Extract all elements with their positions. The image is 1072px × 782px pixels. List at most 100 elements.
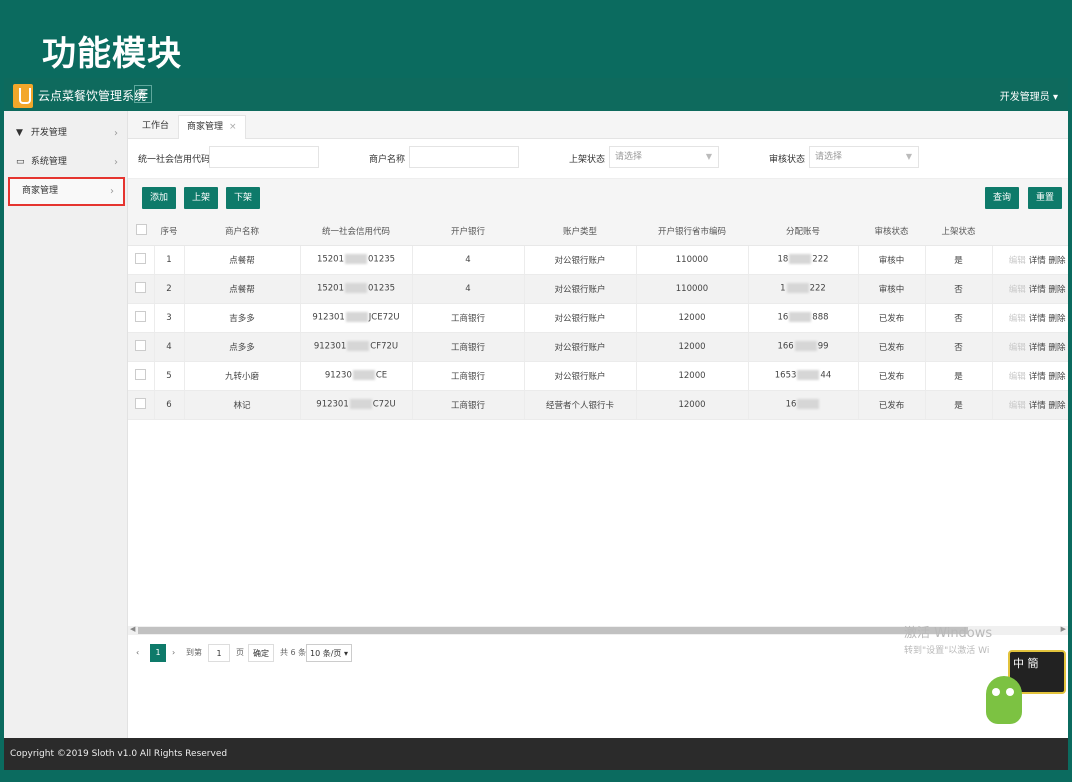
cell: 否 — [925, 274, 993, 304]
detail-link[interactable]: 详情 — [1029, 343, 1046, 353]
menu-toggle-icon[interactable]: ☰ — [134, 85, 152, 103]
audit-status-select[interactable]: 请选择 ▼ — [809, 146, 919, 168]
scroll-right-icon[interactable]: ▶ — [1061, 625, 1066, 633]
row-actions: 编辑 详情 删除 — [992, 274, 1068, 304]
cell: 12000 — [636, 332, 749, 362]
row-checkbox[interactable] — [128, 245, 155, 275]
goto-label: 到第 — [186, 648, 202, 657]
page-input[interactable]: 1 — [208, 644, 230, 662]
row-checkbox[interactable] — [128, 274, 155, 304]
cell-text: 44 — [820, 370, 832, 381]
delete-link[interactable]: 删除 — [1048, 372, 1065, 382]
cell: 1 — [154, 245, 185, 275]
cell: 对公银行账户 — [524, 332, 637, 362]
merchant-name-input[interactable] — [409, 146, 519, 168]
delete-link[interactable]: 删除 — [1048, 256, 1065, 266]
cell: 点餐帮 — [184, 245, 301, 275]
delete-link[interactable]: 删除 — [1048, 285, 1065, 295]
cell-text: 1653 — [774, 370, 797, 381]
cell-text: 912301 — [316, 399, 349, 410]
page-unit-label: 页 — [236, 648, 244, 657]
cell: 对公银行账户 — [524, 245, 637, 275]
detail-link[interactable]: 详情 — [1029, 372, 1046, 382]
slide-title: 功能模块 — [42, 34, 182, 74]
column-header: 开户银行省市编码 — [636, 217, 748, 246]
page-1-button[interactable]: 1 — [150, 644, 166, 662]
edit-link[interactable]: 编辑 — [1009, 401, 1026, 411]
column-header — [992, 217, 1068, 246]
edit-link[interactable]: 编辑 — [1009, 285, 1026, 295]
cell: 否 — [925, 332, 993, 362]
edit-link[interactable]: 编辑 — [1009, 343, 1026, 353]
scrollbar-thumb[interactable] — [138, 627, 968, 634]
watermark-line1: 激活 Windows — [904, 626, 993, 641]
chevron-right-icon: › — [114, 128, 118, 139]
windows-watermark: 激活 Windows 转到"设置"以激活 Wi — [904, 622, 992, 656]
next-page-icon[interactable]: › — [172, 644, 175, 662]
footer: Copyright ©2019 Sloth v1.0 All Rights Re… — [4, 738, 1068, 770]
cell: 吉多多 — [184, 303, 301, 333]
sidebar-item-label: 商家管理 — [22, 186, 59, 196]
detail-link[interactable]: 详情 — [1029, 401, 1046, 411]
chevron-right-icon: › — [110, 186, 114, 197]
cell-text: 1 — [780, 283, 786, 294]
tab-workbench[interactable]: 工作台 — [134, 115, 177, 139]
reset-button[interactable]: 重置 — [1028, 187, 1063, 209]
table-row: 5 九转小磨 91230 CE 工商银行 对公银行账户 12000 1653 44 … — [128, 361, 1068, 391]
cell: 912301 JCE72U — [300, 303, 413, 333]
cell: 已发布 — [858, 303, 926, 333]
select-value: 请选择 — [815, 152, 843, 162]
row-checkbox[interactable] — [128, 332, 155, 362]
edit-link[interactable]: 编辑 — [1009, 372, 1026, 382]
sidebar-item-dev[interactable]: ▼ 开发管理 › — [4, 119, 127, 148]
cell: 林记 — [184, 390, 301, 420]
close-icon[interactable]: × — [229, 122, 237, 132]
table-header-row: 序号 商户名称 统一社会信用代码 开户银行 账户类型 开户银行省市编码 分配账号… — [128, 217, 1068, 246]
delete-link[interactable]: 删除 — [1048, 343, 1065, 353]
scroll-left-icon[interactable]: ◀ — [130, 625, 135, 633]
sidebar-item-merchant[interactable]: 商家管理 › — [8, 177, 125, 206]
app-name: 云点菜餐饮管理系统 — [38, 89, 147, 103]
user-menu[interactable]: 开发管理员 ▾ — [1000, 88, 1058, 103]
detail-link[interactable]: 详情 — [1029, 314, 1046, 324]
row-checkbox[interactable] — [128, 390, 155, 420]
prev-page-icon[interactable]: ‹ — [136, 644, 139, 662]
cell: 1 222 — [748, 274, 859, 304]
sidebar: ▼ 开发管理 › ▭ 系统管理 › 商家管理 › — [4, 111, 128, 738]
query-button[interactable]: 查询 — [985, 187, 1020, 209]
chevron-down-icon: ▼ — [905, 152, 912, 161]
shelf-status-select[interactable]: 请选择 ▼ — [609, 146, 719, 168]
column-header: 商户名称 — [184, 217, 300, 246]
row-checkbox[interactable] — [128, 361, 155, 391]
credit-code-input[interactable] — [209, 146, 319, 168]
table-row: 4 点多多 912301 CF72U 工商银行 对公银行账户 12000 166 9… — [128, 332, 1068, 362]
row-checkbox[interactable] — [128, 303, 155, 333]
cell: 已发布 — [858, 390, 926, 420]
column-header: 分配账号 — [748, 217, 858, 246]
cell-text: 912301 — [312, 312, 345, 323]
select-all-checkbox[interactable] — [128, 217, 154, 246]
cell: 工商银行 — [412, 361, 525, 391]
shelf-up-button[interactable]: 上架 — [184, 187, 219, 209]
cell: 已发布 — [858, 332, 926, 362]
edit-link[interactable]: 编辑 — [1009, 256, 1026, 266]
page-size-select[interactable]: 10 条/页 ▾ — [306, 644, 352, 662]
cell: 91230 CE — [300, 361, 413, 391]
sidebar-item-label: 系统管理 — [30, 157, 67, 167]
add-button[interactable]: 添加 — [142, 187, 177, 209]
confirm-page-button[interactable]: 确定 — [248, 644, 274, 662]
column-header: 审核状态 — [858, 217, 925, 246]
shelf-down-button[interactable]: 下架 — [226, 187, 261, 209]
cell: 12000 — [636, 361, 749, 391]
cell-text: 01235 — [368, 283, 396, 294]
cell-text: C72U — [372, 399, 396, 410]
column-header: 统一社会信用代码 — [300, 217, 412, 246]
delete-link[interactable]: 删除 — [1048, 401, 1065, 411]
tab-merchant[interactable]: 商家管理 × — [178, 115, 246, 139]
sidebar-item-system[interactable]: ▭ 系统管理 › — [4, 148, 127, 177]
detail-link[interactable]: 详情 — [1029, 256, 1046, 266]
delete-link[interactable]: 删除 — [1048, 314, 1065, 324]
edit-link[interactable]: 编辑 — [1009, 314, 1026, 324]
detail-link[interactable]: 详情 — [1029, 285, 1046, 295]
cell: 912301 CF72U — [300, 332, 413, 362]
